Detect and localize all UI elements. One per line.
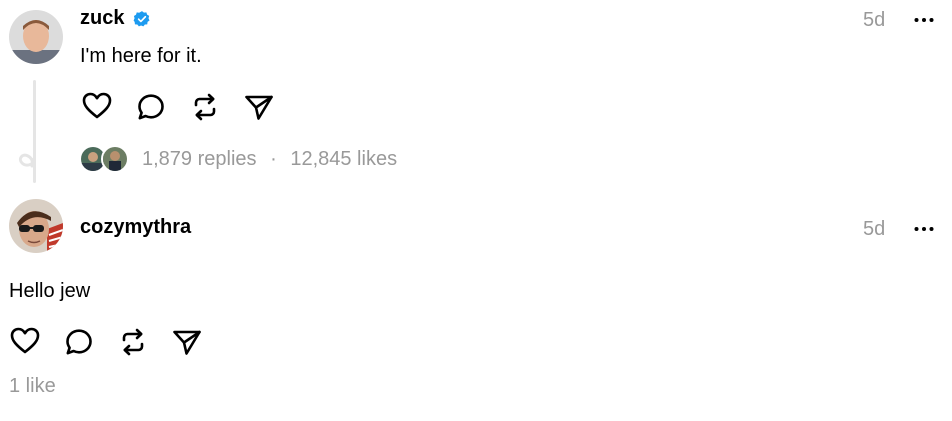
send-icon [173, 330, 201, 355]
avatar-zuck[interactable] [9, 10, 63, 64]
more-horizontal-icon[interactable] [912, 8, 936, 32]
post-text: I'm here for it. [80, 45, 202, 67]
reply-username[interactable]: cozymythra [80, 216, 191, 239]
heart-icon [82, 92, 112, 119]
like-button[interactable] [80, 89, 114, 123]
avatar-cozymythra[interactable] [9, 199, 63, 253]
reply-timestamp[interactable]: 5d [863, 218, 885, 241]
reply-text: Hello jew [9, 280, 91, 302]
stats-separator: · [270, 148, 277, 170]
post-username[interactable]: zuck [80, 7, 124, 30]
threads-page: zuck 5d I'm here for it. 1,879 replies ·… [0, 0, 952, 421]
repost-icon [194, 93, 216, 121]
reply-repost-button[interactable] [116, 325, 150, 359]
reply-share-button[interactable] [170, 325, 204, 359]
replier-avatar-2 [101, 145, 129, 173]
send-icon [245, 95, 273, 120]
verified-badge-icon [133, 11, 150, 27]
thread-loop-icon [18, 153, 36, 168]
reply-like-button[interactable] [8, 324, 42, 358]
replies-count[interactable]: 1,879 replies [142, 148, 257, 170]
reply-likes-count[interactable]: 1 like [9, 375, 56, 398]
comment-icon [66, 329, 92, 355]
post-stats: 1,879 replies · 12,845 likes [142, 148, 397, 171]
more-horizontal-icon[interactable] [912, 217, 936, 241]
repost-button[interactable] [188, 90, 222, 124]
comment-button[interactable] [134, 90, 168, 124]
likes-count[interactable]: 12,845 likes [290, 148, 397, 170]
repost-icon [122, 328, 144, 356]
share-button[interactable] [242, 90, 276, 124]
heart-icon [10, 327, 40, 354]
post-timestamp[interactable]: 5d [863, 9, 885, 32]
comment-icon [138, 94, 164, 120]
reply-comment-button[interactable] [62, 325, 96, 359]
